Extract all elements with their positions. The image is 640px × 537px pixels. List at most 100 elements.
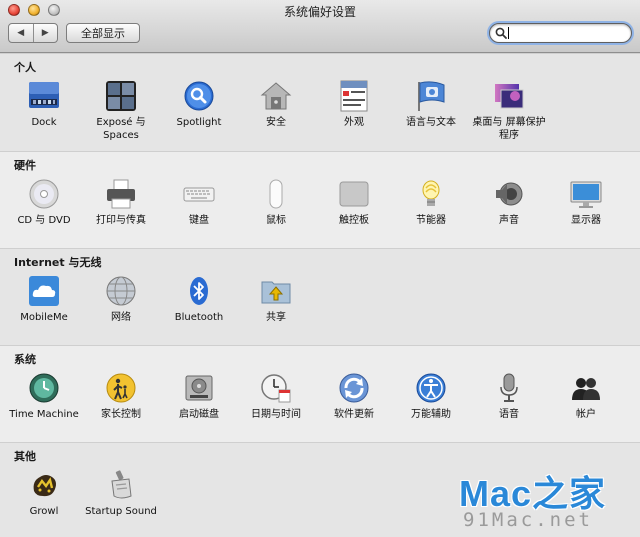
search-icon (495, 27, 507, 39)
pane-label: 桌面与 屏幕保护程序 (472, 117, 546, 141)
search-input[interactable] (508, 25, 626, 40)
pane-parental-controls[interactable]: 家长控制 (82, 370, 160, 421)
cd-dvd-icon (28, 178, 60, 210)
pane-software-update[interactable]: 软件更新 (315, 370, 393, 421)
software-update-icon (338, 372, 370, 404)
keyboard-icon (183, 178, 215, 210)
language-flag-icon (415, 80, 447, 112)
section-system: 系统 Time Machine 家长控制 启动磁盘 日期与时间 软件更新 万能辅… (0, 345, 640, 442)
pane-label: CD 与 DVD (17, 215, 71, 226)
parental-controls-icon (105, 372, 137, 404)
search-field[interactable] (489, 23, 632, 43)
pane-print-fax[interactable]: 打印与传真 (82, 176, 160, 227)
section-title: 其他 (14, 450, 36, 463)
date-time-clock-icon (260, 372, 292, 404)
pane-mobileme[interactable]: MobileMe (5, 273, 83, 324)
pane-label: 声音 (499, 215, 519, 226)
section-title: 硬件 (14, 159, 36, 172)
pane-startup-sound[interactable]: Startup Sound (82, 467, 160, 518)
back-forward-control: ◀ ▶ (8, 23, 58, 43)
pane-desktop-screensaver[interactable]: 桌面与 屏幕保护程序 (470, 78, 548, 142)
pane-label: 节能器 (416, 215, 446, 226)
pane-security[interactable]: 安全 (237, 78, 315, 129)
section-personal: 个人 Dock Exposé 与 Spaces Spotlight 安全 外观 … (0, 53, 640, 151)
appearance-icon (338, 80, 370, 112)
window-title: 系统偏好设置 (283, 5, 356, 19)
pane-expose-spaces[interactable]: Exposé 与 Spaces (82, 78, 160, 142)
pane-displays[interactable]: 显示器 (547, 176, 625, 227)
pane-label: 安全 (266, 117, 286, 128)
pane-appearance[interactable]: 外观 (315, 78, 393, 129)
pane-sharing[interactable]: 共享 (237, 273, 315, 324)
network-globe-icon (105, 275, 137, 307)
pane-label: 万能辅助 (411, 409, 451, 420)
pane-keyboard[interactable]: 键盘 (160, 176, 238, 227)
pane-label: Growl (29, 506, 59, 517)
pane-label: 触控板 (339, 215, 369, 226)
pane-label: 日期与时间 (251, 409, 301, 420)
dock-icon (28, 80, 60, 112)
growl-icon (28, 469, 60, 501)
section-title: 系统 (14, 353, 36, 366)
pane-date-time[interactable]: 日期与时间 (237, 370, 315, 421)
pane-trackpad[interactable]: 触控板 (315, 176, 393, 227)
section-internet-wireless: Internet 与无线 MobileMe 网络 Bluetooth 共享 (0, 248, 640, 345)
pane-universal-access[interactable]: 万能辅助 (392, 370, 470, 421)
section-title: 个人 (14, 61, 36, 74)
pane-energy-saver[interactable]: 节能器 (392, 176, 470, 227)
pane-accounts[interactable]: 帐户 (547, 370, 625, 421)
pane-label: Startup Sound (85, 506, 157, 517)
pane-label: 语言与文本 (406, 117, 456, 128)
display-icon (570, 178, 602, 210)
watermark-url: 91Mac.net (463, 509, 593, 531)
pane-label: Bluetooth (174, 312, 224, 323)
sharing-folder-icon (260, 275, 292, 307)
pane-dock[interactable]: Dock (5, 78, 83, 129)
pane-label: 打印与传真 (96, 215, 146, 226)
speaker-icon (493, 178, 525, 210)
pane-bluetooth[interactable]: Bluetooth (160, 273, 238, 324)
section-title: Internet 与无线 (14, 256, 102, 269)
pane-label: 语音 (499, 409, 519, 420)
spotlight-icon (183, 80, 215, 112)
pane-speech[interactable]: 语音 (470, 370, 548, 421)
pane-label: Exposé 与 Spaces (96, 117, 146, 141)
pane-label: 共享 (266, 312, 286, 323)
pane-label: 键盘 (189, 215, 209, 226)
pane-sound[interactable]: 声音 (470, 176, 548, 227)
printer-icon (105, 178, 137, 210)
section-hardware: 硬件 CD 与 DVD 打印与传真 键盘 鼠标 触控板 节能器 声音 显示器 (0, 151, 640, 248)
mouse-icon (260, 178, 292, 210)
watermark: Mac之家 91Mac.net (457, 465, 637, 535)
pane-label: 启动磁盘 (179, 409, 219, 420)
show-all-button[interactable]: 全部显示 (66, 23, 140, 43)
pane-label: Spotlight (176, 117, 222, 128)
security-house-icon (260, 80, 292, 112)
forward-arrow-icon[interactable]: ▶ (32, 24, 58, 42)
pane-mouse[interactable]: 鼠标 (237, 176, 315, 227)
title-bar: 系统偏好设置 ◀ ▶ 全部显示 (0, 0, 640, 53)
pane-label: 帐户 (576, 409, 596, 420)
pane-growl[interactable]: Growl (5, 467, 83, 518)
pane-label: 软件更新 (334, 409, 374, 420)
pane-label: 外观 (344, 117, 364, 128)
bluetooth-icon (183, 275, 215, 307)
pane-startup-disk[interactable]: 启动磁盘 (160, 370, 238, 421)
energy-bulb-icon (415, 178, 447, 210)
startup-disk-icon (183, 372, 215, 404)
accounts-icon (570, 372, 602, 404)
microphone-icon (493, 372, 525, 404)
expose-spaces-icon (105, 80, 137, 112)
back-arrow-icon[interactable]: ◀ (9, 24, 33, 42)
pane-label: 网络 (111, 312, 131, 323)
pane-label: Dock (31, 117, 57, 128)
pane-label: Time Machine (9, 409, 79, 420)
pane-label: MobileMe (20, 312, 68, 323)
pane-spotlight[interactable]: Spotlight (160, 78, 238, 129)
pane-time-machine[interactable]: Time Machine (5, 370, 83, 421)
time-machine-icon (28, 372, 60, 404)
text-caret (508, 27, 509, 39)
pane-network[interactable]: 网络 (82, 273, 160, 324)
pane-cd-dvd[interactable]: CD 与 DVD (5, 176, 83, 227)
pane-language-text[interactable]: 语言与文本 (392, 78, 470, 129)
